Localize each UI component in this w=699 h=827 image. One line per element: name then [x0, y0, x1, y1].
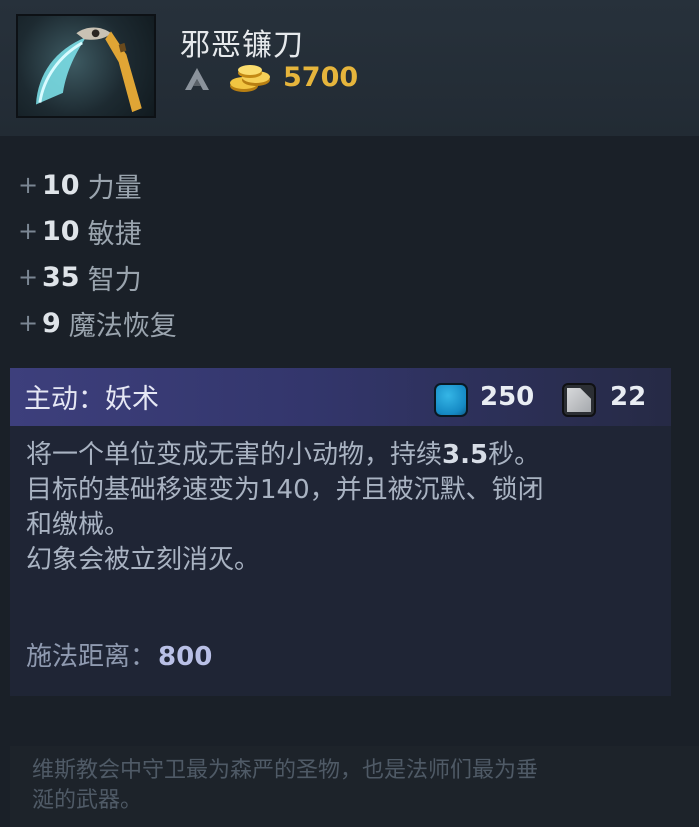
stat-name: 魔法恢复 [68, 310, 177, 342]
stat-name: 敏捷 [87, 218, 142, 250]
ability-description: 将一个单位变成无害的小动物，持续3.5秒。 目标的基础移速变为140，并且被沉默… [26, 438, 656, 578]
description-text: 将一个单位变成无害的小动物，持续 [26, 440, 443, 470]
cast-range-value: 800 [158, 642, 213, 672]
ability-title: 主动：妖术 [24, 384, 159, 415]
cooldown-value: 22 [610, 382, 647, 412]
active-ability-panel: 主动：妖术 250 22 将一个单位变成无害的小动物，持续3.5秒。 目标的基础… [10, 368, 671, 696]
description-line: 和缴械。 [26, 510, 131, 540]
stat-name: 力量 [87, 172, 142, 204]
stat-value: 35 [42, 261, 80, 293]
stat-name: 智力 [87, 264, 142, 296]
stat-plus: + [18, 217, 39, 245]
stat-plus: + [18, 309, 39, 337]
description-line: 幻象会被立刻消灭。 [26, 545, 261, 575]
item-name: 邪恶镰刀 [180, 28, 304, 63]
description-line: 目标的基础移速变为140，并且被沉默、锁闭 [26, 475, 544, 505]
stat-row-intelligence: + 35 智力 [18, 254, 177, 300]
description-text: 秒。 [488, 440, 541, 470]
upgrade-icon [185, 68, 209, 90]
lore-panel: 维斯教会中守卫最为森严的圣物，也是法师们最为垂 涎的武器。 [10, 746, 699, 827]
mana-cost-icon [434, 383, 468, 417]
lore-line: 维斯教会中守卫最为森严的圣物，也是法师们最为垂 [32, 758, 539, 783]
scythe-icon [16, 14, 156, 118]
gold-coins-icon [230, 65, 270, 92]
stat-plus: + [18, 171, 39, 199]
stat-row-mana-regen: + 9 魔法恢复 [18, 300, 177, 346]
cast-range: 施法距离：800 [26, 636, 212, 673]
item-price: 5700 [283, 62, 359, 93]
mana-cost: 250 [480, 382, 535, 412]
hex-duration: 3.5 [442, 440, 489, 470]
ability-header: 主动：妖术 250 22 [10, 368, 671, 426]
stat-value: 10 [42, 169, 80, 201]
stat-row-agility: + 10 敏捷 [18, 208, 177, 254]
description-line: 将一个单位变成无害的小动物，持续3.5秒。 [26, 438, 656, 473]
stat-list: + 10 力量 + 10 敏捷 + 35 智力 + 9 魔法恢复 [18, 162, 177, 346]
stat-plus: + [18, 263, 39, 291]
cooldown-icon [562, 383, 596, 417]
item-header: 邪恶镰刀 5700 [0, 0, 699, 136]
lore-line: 涎的武器。 [32, 788, 143, 813]
stat-value: 10 [42, 215, 80, 247]
cast-range-label: 施法距离： [26, 642, 157, 672]
lore-text: 维斯教会中守卫最为森严的圣物，也是法师们最为垂 涎的武器。 [32, 756, 672, 816]
stat-row-strength: + 10 力量 [18, 162, 177, 208]
stat-value: 9 [42, 307, 61, 339]
